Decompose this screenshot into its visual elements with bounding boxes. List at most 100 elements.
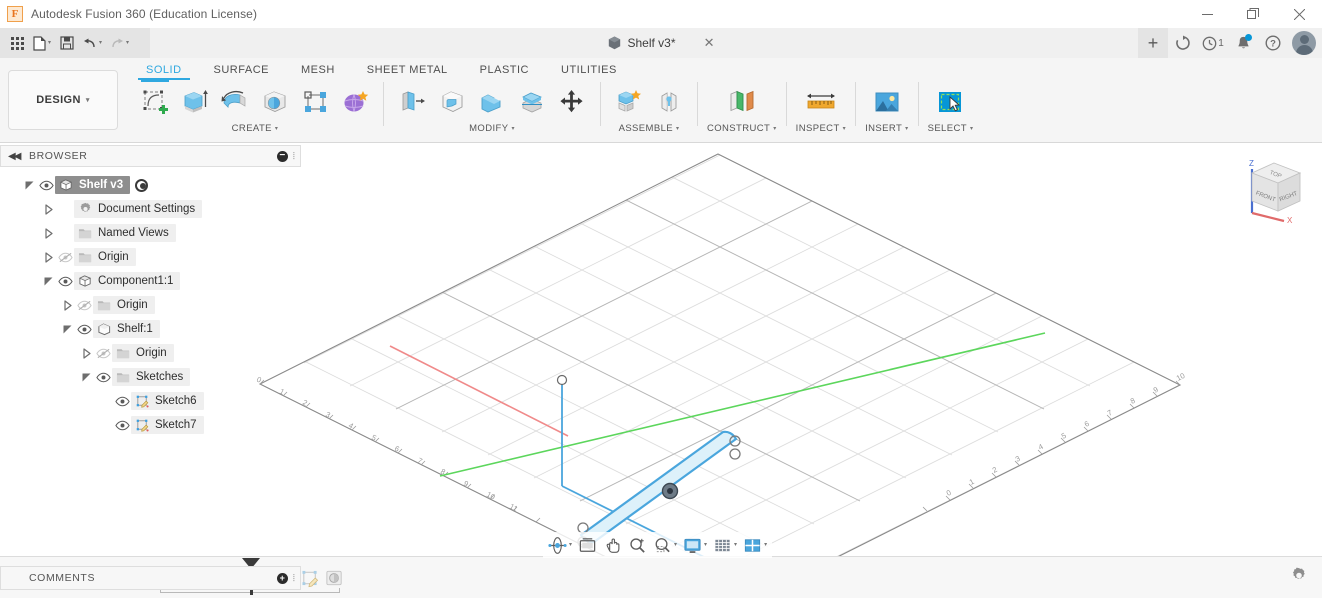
look-at-button[interactable] xyxy=(575,533,600,557)
browser-tree-item-label[interactable]: Sketch6 xyxy=(131,392,204,410)
browser-tree-item-label[interactable]: Named Views xyxy=(74,224,176,242)
expander-closed-icon[interactable] xyxy=(58,299,76,311)
redo-button[interactable]: ▾ xyxy=(107,31,132,55)
eye-hidden-icon[interactable] xyxy=(77,300,92,311)
minimize-button[interactable] xyxy=(1184,0,1230,28)
user-avatar[interactable] xyxy=(1292,31,1316,55)
visibility-toggle[interactable] xyxy=(95,372,112,383)
tab-plastic[interactable]: PLASTIC xyxy=(464,64,545,80)
panel-create-label[interactable]: CREATE ▾ xyxy=(232,123,279,134)
browser-tree-item-label[interactable]: Sketch7 xyxy=(131,416,204,434)
close-icon[interactable]: ✕ xyxy=(704,35,715,51)
add-comment-icon[interactable]: + xyxy=(276,572,288,584)
workspace-selector[interactable]: DESIGN ▾ xyxy=(8,70,118,130)
measure-button[interactable] xyxy=(802,83,840,121)
new-file-button[interactable]: ▾ xyxy=(30,31,54,55)
browser-tree-item-named-views[interactable]: Named Views xyxy=(0,221,301,245)
fillet-button[interactable] xyxy=(433,83,471,121)
extrude-button[interactable] xyxy=(176,83,214,121)
hole-button[interactable] xyxy=(256,83,294,121)
refresh-button[interactable] xyxy=(1168,28,1198,58)
pan-button[interactable] xyxy=(600,533,625,557)
eye-hidden-icon[interactable] xyxy=(96,348,111,359)
eye-visible-icon[interactable] xyxy=(58,276,73,287)
browser-tree-item-sketch6[interactable]: Sketch6 xyxy=(0,389,301,413)
joint-button[interactable] xyxy=(650,83,688,121)
panel-select-label[interactable]: SELECT ▾ xyxy=(928,123,974,134)
zoom-window-button[interactable]: ▾ xyxy=(650,533,680,557)
browser-tree-item-sketches[interactable]: Sketches xyxy=(0,365,301,389)
eye-visible-icon[interactable] xyxy=(39,180,54,191)
panel-construct-label[interactable]: CONSTRUCT ▾ xyxy=(707,123,777,134)
new-component-button[interactable] xyxy=(610,83,648,121)
display-settings-button[interactable]: ▾ xyxy=(680,533,710,557)
browser-tree-item-label[interactable]: Shelf v3 xyxy=(55,176,131,194)
revolve-button[interactable] xyxy=(216,83,254,121)
visibility-toggle[interactable] xyxy=(76,324,93,335)
panel-insert-label[interactable]: INSERT ▾ xyxy=(865,123,909,134)
comments-resize-grip[interactable]: ⦙ xyxy=(293,573,295,584)
save-button[interactable] xyxy=(56,31,78,55)
expander-open-icon[interactable] xyxy=(20,180,38,191)
browser-tree-item-label[interactable]: Document Settings xyxy=(74,200,203,218)
eye-visible-icon[interactable] xyxy=(96,372,111,383)
document-tab[interactable]: Shelf v3* ✕ xyxy=(596,28,715,58)
browser-tree-item-origin[interactable]: Origin xyxy=(0,293,301,317)
close-button[interactable] xyxy=(1276,0,1322,28)
browser-tree-item-sketch7[interactable]: Sketch7 xyxy=(0,413,301,437)
press-pull-button[interactable] xyxy=(393,83,431,121)
pattern-button[interactable] xyxy=(296,83,334,121)
new-tab-button[interactable]: + xyxy=(1138,28,1168,58)
browser-resize-grip[interactable]: ⦙ xyxy=(293,151,295,162)
eye-visible-icon[interactable] xyxy=(115,396,130,407)
activate-component-radio[interactable] xyxy=(135,178,149,192)
eye-visible-icon[interactable] xyxy=(77,324,92,335)
panel-assemble-label[interactable]: ASSEMBLE ▾ xyxy=(619,123,680,134)
notifications-button[interactable] xyxy=(1228,28,1258,58)
expander-closed-icon[interactable] xyxy=(39,227,57,239)
tab-sheet-metal[interactable]: SHEET METAL xyxy=(351,64,464,80)
maximize-button[interactable] xyxy=(1230,0,1276,28)
undo-button[interactable]: ▾ xyxy=(80,31,105,55)
collapse-icon[interactable]: ◀◀ xyxy=(8,151,21,162)
expander-open-icon[interactable] xyxy=(39,276,57,287)
browser-tree-item-shelf-1[interactable]: Shelf:1 xyxy=(0,317,301,341)
visibility-toggle[interactable] xyxy=(114,396,131,407)
browser-tree-item-origin[interactable]: Origin xyxy=(0,341,301,365)
expander-closed-icon[interactable] xyxy=(39,251,57,263)
zoom-button[interactable] xyxy=(625,533,650,557)
visibility-toggle[interactable] xyxy=(95,348,112,359)
browser-tree-item-label[interactable]: Origin xyxy=(74,248,136,266)
timeline-settings-button[interactable] xyxy=(1290,566,1308,589)
app-grid-button[interactable] xyxy=(6,31,28,55)
expander-open-icon[interactable] xyxy=(77,372,95,383)
browser-tree-item-shelf-v3[interactable]: Shelf v3 xyxy=(0,173,301,197)
browser-tree-item-label[interactable]: Origin xyxy=(93,296,155,314)
shell-button[interactable] xyxy=(473,83,511,121)
orbit-button[interactable]: ▾ xyxy=(545,533,575,557)
view-cube[interactable]: Z X TOP FRONT RIGHT xyxy=(1238,153,1310,225)
browser-tree-item-label[interactable]: Sketches xyxy=(112,368,191,386)
expander-open-icon[interactable] xyxy=(58,324,76,335)
browser-tree-item-component1-1[interactable]: Component1:1 xyxy=(0,269,301,293)
eye-hidden-icon[interactable] xyxy=(58,252,73,263)
grid-snaps-button[interactable]: ▾ xyxy=(710,533,740,557)
browser-collapse-all-icon[interactable]: − xyxy=(276,150,288,162)
visibility-toggle[interactable] xyxy=(57,252,74,263)
browser-tree-item-document-settings[interactable]: Document Settings xyxy=(0,197,301,221)
offset-face-button[interactable] xyxy=(513,83,551,121)
select-button[interactable] xyxy=(931,83,969,121)
create-sketch-button[interactable] xyxy=(136,79,174,121)
tab-mesh[interactable]: MESH xyxy=(285,64,351,80)
create-form-button[interactable] xyxy=(336,83,374,121)
help-button[interactable]: ? xyxy=(1258,28,1288,58)
panel-modify-label[interactable]: MODIFY ▾ xyxy=(469,123,515,134)
visibility-toggle[interactable] xyxy=(38,180,55,191)
visibility-toggle[interactable] xyxy=(57,276,74,287)
panel-inspect-label[interactable]: INSPECT ▾ xyxy=(796,123,846,134)
expander-closed-icon[interactable] xyxy=(77,347,95,359)
browser-tree-item-label[interactable]: Origin xyxy=(112,344,174,362)
browser-tree-item-origin[interactable]: Origin xyxy=(0,245,301,269)
offset-plane-button[interactable] xyxy=(723,83,761,121)
expander-closed-icon[interactable] xyxy=(39,203,57,215)
